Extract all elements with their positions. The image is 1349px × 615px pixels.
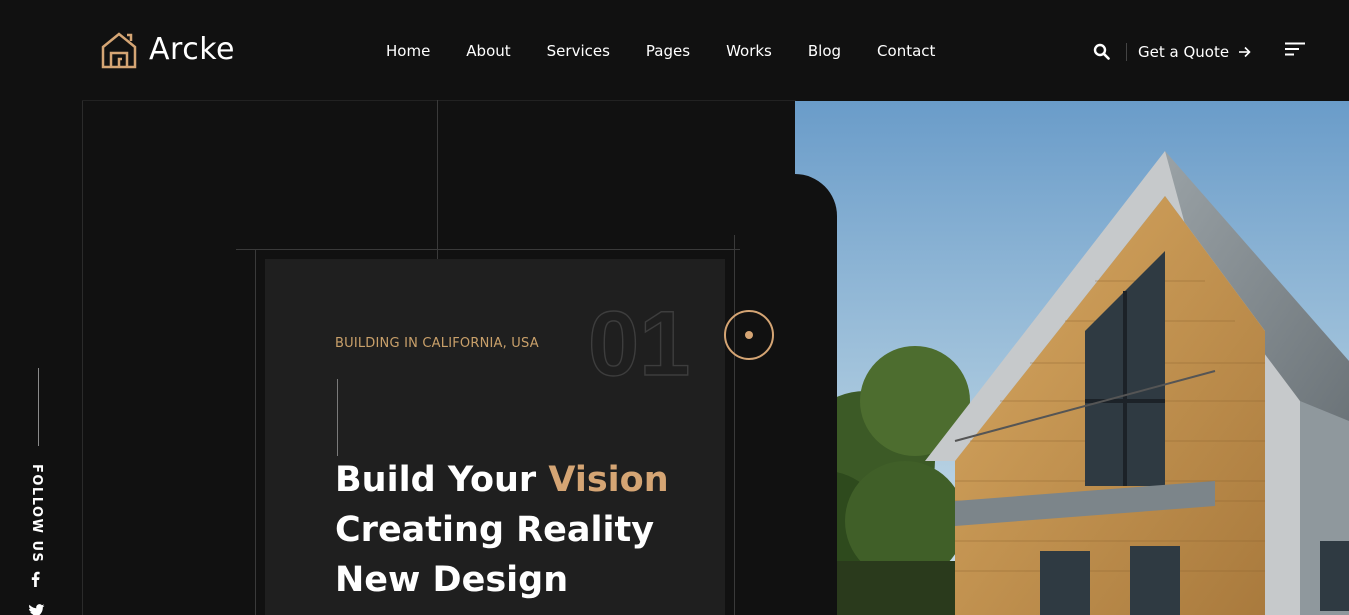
nav-item-about[interactable]: About <box>466 40 510 62</box>
guide-line-horizontal <box>236 249 740 250</box>
guide-line-vertical-left <box>255 249 256 615</box>
nav-item-pages[interactable]: Pages <box>646 40 690 62</box>
nav-item-home[interactable]: Home <box>386 40 430 62</box>
nav-item-works[interactable]: Works <box>726 40 772 62</box>
follow-us-label: FOLLOW US <box>29 464 44 564</box>
hero-headline: Build Your Vision Creating Reality New D… <box>335 455 669 605</box>
hero-house-image <box>795 101 1349 615</box>
get-a-quote-link[interactable]: Get a Quote <box>1138 41 1251 63</box>
main-nav: Home About Services Pages Works Blog Con… <box>386 40 971 62</box>
hamburger-menu-icon[interactable] <box>1285 42 1305 56</box>
headline-line-2: Creating Reality <box>335 510 655 550</box>
arrow-right-icon <box>1239 46 1251 58</box>
get-a-quote-label: Get a Quote <box>1138 43 1230 61</box>
slide-number: 01 <box>588 292 691 387</box>
facebook-icon[interactable] <box>29 571 41 587</box>
site-header: Arcke Home About Services Pages Works Bl… <box>0 0 1349 100</box>
twitter-icon[interactable] <box>28 604 45 615</box>
hero-image-corner-mask <box>795 174 837 615</box>
logo-text: Arcke <box>149 32 235 67</box>
headline-line-1: Build Your Vision <box>335 455 669 505</box>
follow-divider <box>38 368 39 446</box>
guide-line-vertical-top <box>437 100 438 259</box>
headline-line-1-text: Build Your <box>335 460 549 500</box>
nav-item-contact[interactable]: Contact <box>877 40 935 62</box>
card-accent-line <box>337 379 338 456</box>
slider-dot-button[interactable] <box>724 310 774 360</box>
hero-kicker: BUILDING IN CALIFORNIA, USA <box>335 336 539 351</box>
top-frame-line <box>82 100 796 101</box>
house-logo-icon <box>101 32 137 69</box>
slide-number-text: 01 <box>588 293 690 387</box>
logo[interactable]: Arcke <box>101 31 235 69</box>
headline-accent-word: Vision <box>548 460 669 500</box>
headline-line-3: New Design <box>335 560 569 600</box>
slider-dot <box>745 331 753 339</box>
left-frame-line <box>82 100 83 615</box>
guide-line-vertical-right <box>734 235 735 615</box>
search-icon[interactable] <box>1093 43 1110 60</box>
nav-item-blog[interactable]: Blog <box>808 40 841 62</box>
nav-item-services[interactable]: Services <box>547 40 610 62</box>
header-divider <box>1126 43 1127 61</box>
